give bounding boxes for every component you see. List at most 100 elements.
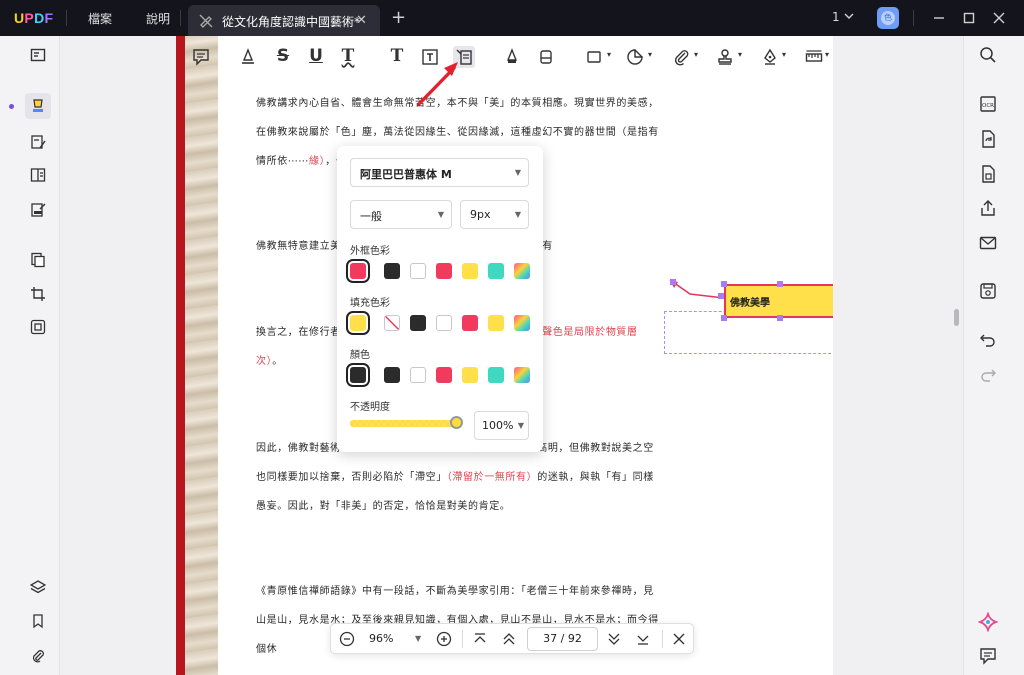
text-color-swatch[interactable]: [346, 363, 370, 387]
fill-color-swatch[interactable]: [488, 315, 504, 331]
measure-tool[interactable]: [803, 46, 825, 68]
reader-mode-button[interactable]: [25, 42, 51, 68]
email-icon[interactable]: [978, 233, 998, 253]
text-color-swatch[interactable]: [436, 367, 452, 383]
text-color-swatch[interactable]: [514, 367, 530, 383]
convert-icon[interactable]: [978, 129, 998, 149]
organize-pages-button[interactable]: [25, 162, 51, 188]
title-separator: [66, 10, 67, 26]
sticker-tool[interactable]: [624, 46, 646, 68]
signature-dropdown-icon[interactable]: ▾: [782, 50, 786, 59]
chat-icon[interactable]: [978, 646, 998, 666]
search-icon[interactable]: [978, 45, 998, 65]
fill-color-swatch[interactable]: [346, 311, 370, 335]
fill-color-swatch[interactable]: [462, 315, 478, 331]
bookmark-button[interactable]: [25, 608, 51, 634]
stamp-tool[interactable]: [714, 46, 736, 68]
font-style-select[interactable]: 一般 ▼: [350, 200, 452, 229]
resize-handle[interactable]: [721, 281, 727, 287]
window-count[interactable]: 1: [832, 10, 840, 24]
text-color-swatch[interactable]: [410, 367, 426, 383]
protect-button[interactable]: [25, 314, 51, 340]
zoom-dropdown-icon[interactable]: ▼: [415, 634, 421, 643]
close-nav-icon[interactable]: [669, 629, 689, 649]
new-tab-icon[interactable]: +: [391, 7, 406, 28]
redo-icon[interactable]: [978, 365, 998, 385]
resize-handle[interactable]: [718, 293, 724, 299]
close-tab-icon[interactable]: ✕: [356, 13, 367, 28]
fill-sign-button[interactable]: [25, 197, 51, 223]
sticker-dropdown-icon[interactable]: ▾: [648, 50, 652, 59]
page-number-input[interactable]: 37 / 92: [527, 627, 598, 651]
edit-pdf-button[interactable]: [25, 129, 51, 155]
text-color-swatch[interactable]: [488, 367, 504, 383]
menu-file[interactable]: 檔案: [88, 10, 112, 27]
shape-dropdown-icon[interactable]: ▾: [607, 50, 611, 59]
attachment-button[interactable]: [25, 643, 51, 669]
border-color-swatch[interactable]: [384, 263, 400, 279]
opacity-slider-track[interactable]: [350, 420, 456, 427]
eraser-tool[interactable]: [535, 46, 557, 68]
highlight-tool[interactable]: [237, 46, 259, 68]
stamp-dropdown-icon[interactable]: ▾: [738, 50, 742, 59]
compress-icon[interactable]: [978, 164, 998, 184]
avatar[interactable]: 色: [877, 7, 899, 29]
border-color-swatch[interactable]: [462, 263, 478, 279]
text-color-swatch[interactable]: [462, 367, 478, 383]
zoom-out-icon[interactable]: [337, 629, 357, 649]
border-color-swatch[interactable]: [346, 259, 370, 283]
save-icon[interactable]: [978, 281, 998, 301]
attach-file-tool[interactable]: [671, 46, 693, 68]
chevron-down-icon[interactable]: [843, 10, 855, 22]
page-tools-button[interactable]: [25, 247, 51, 273]
opacity-select[interactable]: 100% ▼: [474, 411, 529, 440]
text-color-swatch[interactable]: [384, 367, 400, 383]
minimize-icon[interactable]: [929, 8, 949, 28]
undo-icon[interactable]: [978, 330, 998, 350]
strikethrough-tool[interactable]: S: [272, 46, 294, 68]
maximize-icon[interactable]: [959, 8, 979, 28]
document-tab[interactable]: 從文化角度認識中國藝術* ✕: [188, 5, 380, 36]
border-color-swatch[interactable]: [514, 263, 530, 279]
text-tool[interactable]: T: [386, 46, 408, 68]
fill-color-swatch[interactable]: [436, 315, 452, 331]
bookmark-icon: [33, 614, 43, 629]
border-color-swatch[interactable]: [488, 263, 504, 279]
vertical-scrollbar[interactable]: [954, 309, 959, 326]
crop-button[interactable]: [25, 281, 51, 307]
layers-button[interactable]: [25, 574, 51, 600]
comment-mode-button[interactable]: [25, 93, 51, 119]
shape-tool[interactable]: [583, 46, 605, 68]
font-family-select[interactable]: 阿里巴巴普惠体 M ▼: [350, 158, 529, 187]
opacity-slider-knob[interactable]: [450, 416, 463, 429]
resize-handle[interactable]: [777, 315, 783, 321]
pencil-tool[interactable]: [501, 46, 523, 68]
next-page-icon[interactable]: [604, 629, 624, 649]
zoom-in-icon[interactable]: [434, 629, 454, 649]
close-window-icon[interactable]: [989, 8, 1009, 28]
previous-page-icon[interactable]: [499, 629, 519, 649]
signature-tool[interactable]: [759, 46, 781, 68]
resize-handle[interactable]: [670, 279, 676, 285]
first-page-icon[interactable]: [470, 629, 490, 649]
ocr-icon[interactable]: OCR: [978, 94, 998, 114]
fill-color-swatch[interactable]: [410, 315, 426, 331]
border-color-swatch[interactable]: [410, 263, 426, 279]
attach-dropdown-icon[interactable]: ▾: [694, 50, 698, 59]
border-color-swatch[interactable]: [436, 263, 452, 279]
share-icon[interactable]: [978, 198, 998, 218]
fill-color-swatch[interactable]: [384, 315, 400, 331]
measure-dropdown-icon[interactable]: ▾: [825, 50, 829, 59]
callout-annotation[interactable]: 佛教美學: [724, 284, 833, 318]
resize-handle[interactable]: [721, 315, 727, 321]
resize-handle[interactable]: [777, 281, 783, 287]
fill-color-swatch[interactable]: [514, 315, 530, 331]
zoom-level[interactable]: 96%: [369, 632, 393, 645]
underline-tool[interactable]: U: [305, 46, 327, 68]
last-page-icon[interactable]: [633, 629, 653, 649]
menu-help[interactable]: 說明: [146, 10, 170, 27]
sticky-note-tool[interactable]: [190, 46, 212, 68]
font-size-select[interactable]: 9px ▼: [460, 200, 529, 229]
ai-assistant-icon[interactable]: [978, 612, 998, 632]
squiggly-tool[interactable]: T: [337, 46, 359, 68]
